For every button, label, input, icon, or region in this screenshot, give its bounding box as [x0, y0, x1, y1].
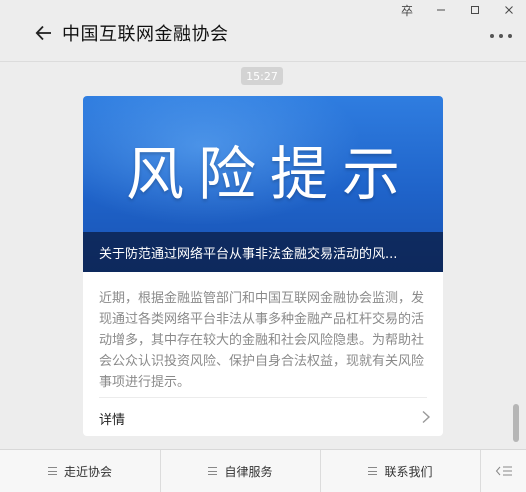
keyboard-toggle-button[interactable] — [481, 450, 526, 492]
cover-text: 风险提示 — [125, 140, 414, 208]
menu-lines-icon — [208, 467, 218, 475]
menu-item-services[interactable]: 自律服务 — [161, 450, 321, 492]
page-title: 中国互联网金融协会 — [62, 24, 229, 45]
menu-item-label: 联系我们 — [384, 464, 433, 479]
menu-item-label: 走近协会 — [63, 464, 112, 479]
menu-lines-icon — [47, 467, 57, 475]
article-title: 关于防范通过网络平台从事非法金融交易活动的风... — [99, 246, 398, 262]
article-title-bar[interactable]: 关于防范通过网络平台从事非法金融交易活动的风... — [83, 232, 443, 272]
back-button[interactable] — [34, 23, 54, 43]
article-card[interactable]: 风险提示 关于防范通过网络平台从事非法金融交易活动的风... 近期，根据金融监管… — [83, 96, 443, 436]
menu-item-label: 自律服务 — [224, 464, 273, 479]
article-summary: 近期，根据金融监管部门和中国互联网金融协会监测，发现通过各类网络平台非法从事多种… — [99, 291, 425, 390]
keyboard-toggle-icon — [495, 466, 512, 476]
menu-item-about[interactable]: 走近协会 — [0, 450, 161, 492]
header-divider — [0, 61, 526, 62]
bottom-menu: 走近协会 自律服务 联系我们 — [0, 449, 526, 492]
detail-link[interactable]: 详情 — [83, 398, 443, 436]
menu-item-contact[interactable]: 联系我们 — [321, 450, 481, 492]
menu-lines-icon — [368, 467, 378, 475]
scrollbar-thumb[interactable] — [513, 404, 519, 442]
chevron-right-icon — [422, 410, 431, 424]
chat-header: 中国互联网金融协会 — [0, 0, 526, 62]
arrow-left-icon — [35, 25, 51, 41]
more-dots-icon[interactable] — [490, 34, 512, 40]
article-cover-image[interactable]: 风险提示 关于防范通过网络平台从事非法金融交易活动的风... — [83, 96, 443, 272]
message-timestamp: 15:27 — [241, 67, 283, 85]
detail-label: 详情 — [99, 413, 126, 428]
